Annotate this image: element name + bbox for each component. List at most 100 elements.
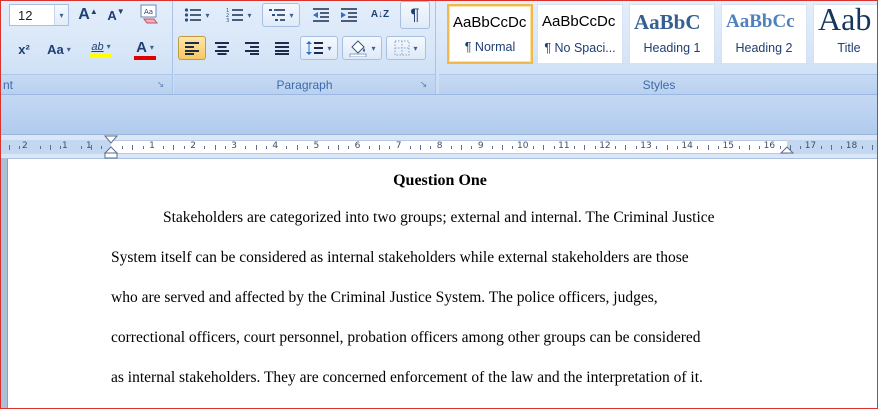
ruler-tick xyxy=(40,146,41,149)
font-dialog-launcher-icon[interactable]: ↘ xyxy=(155,79,166,90)
ruler-tick xyxy=(625,145,626,150)
borders-dropdown-icon: ▾ xyxy=(413,43,418,53)
numbering-button[interactable]: 1 2 3 ▾ xyxy=(220,3,258,27)
ruler-tick xyxy=(533,146,534,149)
document-line: as internal stakeholders. They are conce… xyxy=(111,369,703,386)
ruler-number: 2 xyxy=(190,141,196,151)
horizontal-ruler[interactable]: 2 1 1 1 2 3 4 5 6 7 8 9 10 11 12 13 14 15 16 17 18 xyxy=(1,135,877,159)
ruler-number: 13 xyxy=(640,141,652,151)
ruler-tick xyxy=(19,146,20,149)
ruler-tick xyxy=(184,146,185,149)
ruler-tick xyxy=(266,146,267,149)
ruler-tick xyxy=(348,146,349,149)
clear-formatting-button[interactable]: Aa xyxy=(135,1,163,27)
ruler-number: 8 xyxy=(436,141,443,151)
shrink-font-icon: A xyxy=(107,7,117,23)
change-case-icon: Aa xyxy=(47,41,64,57)
justify-icon xyxy=(275,42,289,55)
ruler-tick xyxy=(708,145,709,150)
style-heading-1[interactable]: AaBbC Heading 1 xyxy=(629,4,715,64)
justify-button[interactable] xyxy=(268,36,296,60)
ruler-tick xyxy=(338,145,339,150)
styles-group: AaBbCcDc ¶ Normal AaBbCcDc ¶ No Spaci...… xyxy=(439,1,877,94)
align-left-icon xyxy=(185,42,199,55)
multilevel-list-button[interactable]: ▾ xyxy=(262,3,300,27)
ruler-tick xyxy=(163,146,164,149)
align-right-button[interactable] xyxy=(238,36,266,60)
first-line-indent-icon[interactable] xyxy=(103,135,119,159)
ruler-tick xyxy=(862,146,863,149)
font-size-box[interactable]: 12 ▾ xyxy=(9,4,69,26)
line-spacing-button[interactable]: ▾ xyxy=(300,36,338,60)
highlight-button[interactable]: ab ▾ xyxy=(81,35,121,63)
shrink-font-button[interactable]: A ▼ xyxy=(103,3,129,27)
ruler-tick xyxy=(256,145,257,150)
ruler-tick xyxy=(492,146,493,149)
style-heading-2[interactable]: AaBbCc Heading 2 xyxy=(721,4,807,64)
styles-group-label: Styles xyxy=(439,74,877,94)
style-title[interactable]: Aab Title xyxy=(813,4,877,64)
borders-button[interactable]: ▾ xyxy=(386,36,426,60)
grow-font-button[interactable]: A ▲ xyxy=(75,3,101,27)
ruler-number: 17 xyxy=(804,141,817,151)
sort-button[interactable]: A↓Z xyxy=(366,1,394,29)
ruler-tick xyxy=(369,146,370,149)
superscript-button[interactable]: x² xyxy=(11,37,37,61)
shading-button[interactable]: ▾ xyxy=(342,36,382,60)
ruler-number: 3 xyxy=(231,141,238,151)
style-normal[interactable]: AaBbCcDc ¶ Normal xyxy=(447,4,533,64)
ruler-tick xyxy=(173,145,174,150)
ruler-number: 15 xyxy=(722,141,734,151)
ruler-tick xyxy=(245,146,246,149)
ruler-tick xyxy=(718,146,719,149)
ruler-tick xyxy=(667,145,668,150)
ruler-tick xyxy=(584,145,585,150)
change-case-button[interactable]: Aa ▾ xyxy=(41,37,77,61)
borders-icon xyxy=(394,40,410,56)
ruler-tick xyxy=(749,145,750,150)
ruler-tick xyxy=(50,145,51,150)
svg-text:3: 3 xyxy=(226,18,229,23)
font-color-swatch xyxy=(134,55,156,60)
font-color-button[interactable]: A ▾ xyxy=(125,35,165,63)
ruler-tick xyxy=(677,146,678,149)
ruler-tick xyxy=(204,146,205,149)
ruler-tick xyxy=(328,146,329,149)
paint-bucket-icon xyxy=(349,40,367,57)
ribbon: 12 ▾ A ▲ A ▼ Aa x² Aa ▾ ab ▾ A ▾ nt ↘ ▾ … xyxy=(1,1,877,95)
right-indent-icon[interactable] xyxy=(779,135,795,159)
font-color-dropdown-icon: ▾ xyxy=(149,42,154,52)
increase-indent-icon xyxy=(341,8,357,22)
ruler-tick xyxy=(821,146,822,149)
multilevel-dropdown-icon: ▾ xyxy=(289,10,294,20)
document-line: System itself can be considered as inter… xyxy=(111,249,689,266)
superscript-icon: x² xyxy=(18,41,30,57)
ruler-tick xyxy=(697,146,698,149)
font-group-label: nt xyxy=(1,74,172,94)
show-hide-button[interactable]: ¶ xyxy=(400,1,430,29)
highlight-color-swatch xyxy=(90,53,112,58)
style-no-spacing[interactable]: AaBbCcDc ¶ No Spaci... xyxy=(537,4,623,64)
ruler-number: 12 xyxy=(599,141,611,151)
paragraph-dialog-launcher-icon[interactable]: ↘ xyxy=(418,79,429,90)
ruler-tick xyxy=(379,145,380,150)
style-sample: AaBbCcDc xyxy=(453,14,527,31)
align-center-button[interactable] xyxy=(208,36,236,60)
ruler-tick xyxy=(225,146,226,149)
ruler-tick xyxy=(574,146,575,149)
document-line: who are served and affected by the Crimi… xyxy=(111,289,658,306)
clear-formatting-icon: Aa xyxy=(140,4,158,24)
ruler-number: 7 xyxy=(395,141,402,151)
font-group: 12 ▾ A ▲ A ▼ Aa x² Aa ▾ ab ▾ A ▾ nt ↘ xyxy=(1,1,173,94)
bullets-icon xyxy=(185,8,202,22)
ruler-tick xyxy=(451,146,452,149)
ruler-tick xyxy=(307,146,308,149)
align-left-button[interactable] xyxy=(178,36,206,60)
decrease-indent-button[interactable] xyxy=(308,3,334,27)
increase-indent-button[interactable] xyxy=(336,3,362,27)
bullets-button[interactable]: ▾ xyxy=(178,3,216,27)
ruler-tick xyxy=(143,146,144,149)
font-size-dropdown-icon[interactable]: ▾ xyxy=(54,5,68,25)
numbering-dropdown-icon: ▾ xyxy=(247,10,252,20)
shading-dropdown-icon: ▾ xyxy=(371,43,376,53)
